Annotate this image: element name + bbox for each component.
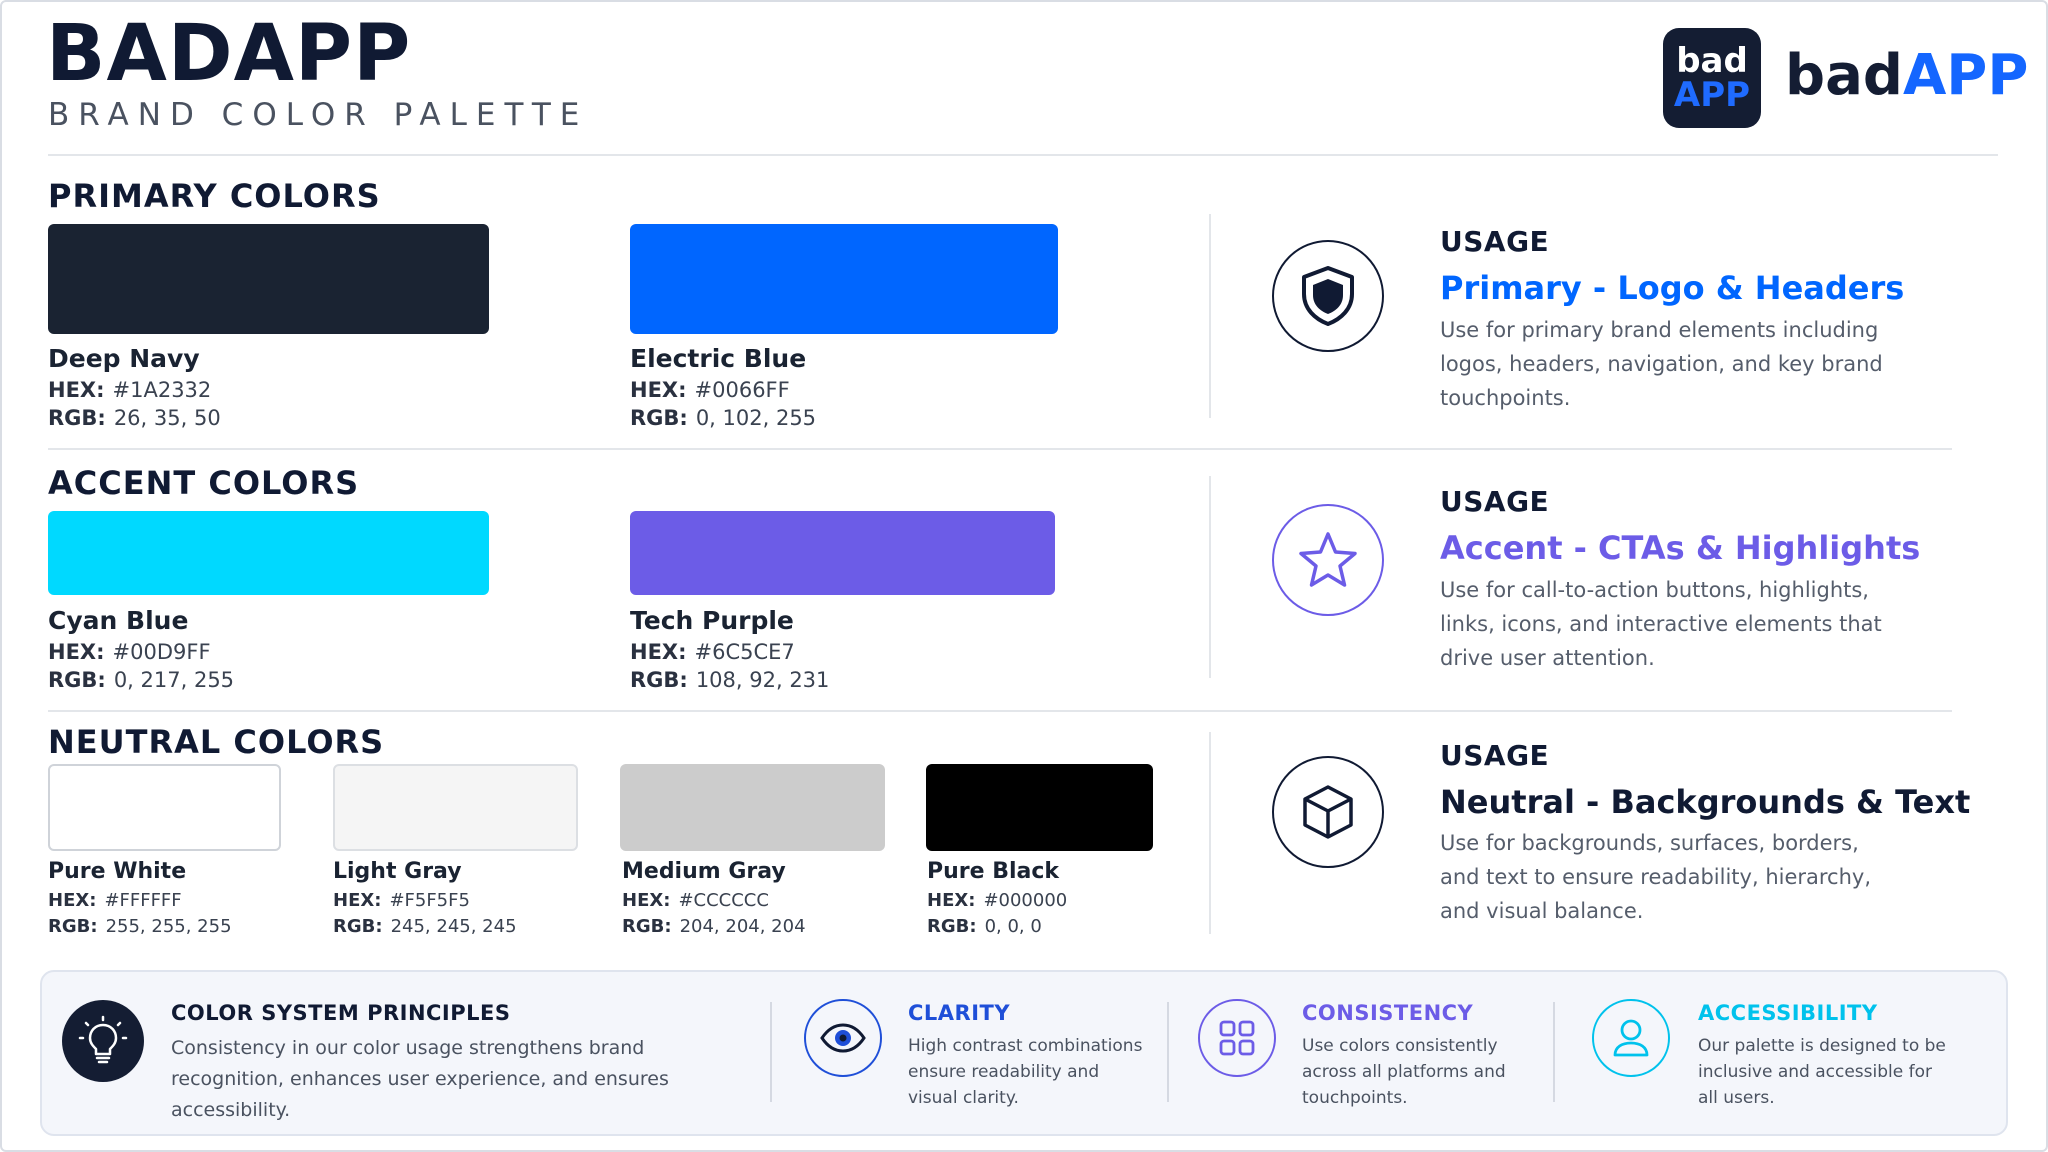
neutral-section-title: NEUTRAL COLORS (48, 723, 385, 761)
clarity-description: High contrast combinations ensure readab… (908, 1036, 1143, 1108)
hex-value: HEX: #000000 (927, 890, 1068, 911)
grid-icon (1219, 1020, 1255, 1056)
swatch-medium-gray (620, 764, 885, 851)
usage-description: Use for backgrounds, surfaces, borders, … (1440, 831, 1872, 923)
star-icon (1299, 532, 1357, 587)
wordmark-part-a: bad (1785, 43, 1903, 108)
hex-value: HEX: #CCCCCC (622, 890, 769, 911)
swatch-cyan-blue (48, 511, 489, 595)
hex-value: HEX: #6C5CE7 (630, 640, 795, 664)
page-subtitle: BRAND COLOR PALETTE (48, 97, 589, 133)
hex-value: HEX: #00D9FF (48, 640, 211, 664)
usage-heading: Neutral - Backgrounds & Text (1440, 783, 1971, 821)
usage-heading: Accent - CTAs & Highlights (1440, 529, 1921, 567)
rgb-label: RGB: (622, 916, 672, 937)
rgb-value: RGB: 255, 255, 255 (48, 916, 232, 937)
hex-value: HEX: #F5F5F5 (333, 890, 470, 911)
swatch-name: Deep Navy (48, 344, 200, 373)
rgb-value: RGB: 0, 0, 0 (927, 916, 1042, 937)
hex-label: HEX: (927, 890, 976, 911)
principles-description: Consistency in our color usage strengthe… (171, 1037, 669, 1121)
rgb-value: RGB: 108, 92, 231 (630, 668, 830, 692)
swatch-tech-purple (630, 511, 1055, 595)
lightbulb-badge (62, 1000, 144, 1082)
lightbulb-icon (78, 1015, 128, 1064)
cube-icon (1303, 785, 1353, 839)
usage-heading: Primary - Logo & Headers (1440, 269, 1905, 307)
section-divider (48, 710, 1952, 712)
page-title: BADAPP (46, 9, 412, 99)
usage-label: USAGE (1440, 485, 1550, 518)
primary-section-title: PRIMARY COLORS (48, 177, 381, 215)
hex-value: HEX: #FFFFFF (48, 890, 182, 911)
accessibility-badge (1592, 999, 1670, 1077)
hex-label: HEX: (333, 890, 382, 911)
swatch-name: Tech Purple (630, 606, 794, 635)
accessibility-title: ACCESSIBILITY (1698, 1001, 1878, 1025)
rgb-value: RGB: 204, 204, 204 (622, 916, 806, 937)
swatch-electric-blue (630, 224, 1058, 334)
rgb-label: RGB: (333, 916, 383, 937)
hex-label: HEX: (622, 890, 671, 911)
hex-label: HEX: (48, 890, 97, 911)
hex-label: HEX: (630, 640, 687, 664)
swatch-name: Medium Gray (622, 859, 786, 884)
rgb-value: RGB: 0, 102, 255 (630, 406, 817, 430)
swatch-name: Pure Black (927, 859, 1060, 884)
logo-line-2: APP (1673, 75, 1751, 115)
footer-divider (1167, 1002, 1169, 1102)
section-divider-vertical (1209, 732, 1211, 934)
swatch-pure-white (48, 764, 281, 851)
clarity-badge (804, 999, 882, 1077)
primary-usage-badge (1272, 240, 1384, 352)
logo-line-1: bad (1676, 41, 1748, 81)
hex-value: HEX: #0066FF (630, 378, 790, 402)
rgb-label: RGB: (48, 916, 98, 937)
swatch-name: Light Gray (333, 859, 462, 884)
rgb-value: RGB: 245, 245, 245 (333, 916, 517, 937)
clarity-title: CLARITY (908, 1001, 1011, 1025)
swatch-pure-black (926, 764, 1153, 851)
eye-icon (820, 1023, 866, 1053)
rgb-label: RGB: (630, 668, 688, 692)
neutral-usage-badge (1272, 756, 1384, 868)
rgb-value: RGB: 0, 217, 255 (48, 668, 235, 692)
accent-section-title: ACCENT COLORS (48, 464, 360, 502)
rgb-label: RGB: (48, 406, 106, 430)
footer-divider (1553, 1002, 1555, 1102)
rgb-value: RGB: 26, 35, 50 (48, 406, 221, 430)
swatch-name: Cyan Blue (48, 606, 189, 635)
section-divider (48, 448, 1952, 450)
app-logo-icon: bad APP (1663, 28, 1761, 128)
usage-label: USAGE (1440, 225, 1550, 258)
hex-label: HEX: (48, 378, 105, 402)
shield-icon (1302, 266, 1354, 326)
accessibility-description: Our palette is designed to be inclusive … (1698, 1036, 1946, 1108)
brand-wordmark: badAPP (1785, 48, 2028, 104)
swatch-deep-navy (48, 224, 489, 334)
hex-value: HEX: #1A2332 (48, 378, 212, 402)
swatch-name: Pure White (48, 859, 187, 884)
principles-title: COLOR SYSTEM PRINCIPLES (171, 1001, 511, 1025)
accent-usage-badge (1272, 504, 1384, 616)
hex-label: HEX: (48, 640, 105, 664)
rgb-label: RGB: (630, 406, 688, 430)
header-divider (48, 154, 1998, 156)
swatch-name: Electric Blue (630, 344, 807, 373)
consistency-badge (1198, 999, 1276, 1077)
consistency-description: Use colors consistently across all platf… (1302, 1036, 1506, 1108)
hex-label: HEX: (630, 378, 687, 402)
wordmark-part-b: APP (1902, 43, 2029, 108)
usage-description: Use for call-to-action buttons, highligh… (1440, 578, 1882, 670)
rgb-label: RGB: (927, 916, 977, 937)
usage-description: Use for primary brand elements including… (1440, 318, 1883, 410)
section-divider-vertical (1209, 476, 1211, 678)
footer-divider (770, 1002, 772, 1102)
user-icon (1613, 1019, 1649, 1057)
section-divider-vertical (1209, 214, 1211, 418)
usage-label: USAGE (1440, 739, 1550, 772)
rgb-label: RGB: (48, 668, 106, 692)
consistency-title: CONSISTENCY (1302, 1001, 1474, 1025)
swatch-light-gray (333, 764, 578, 851)
